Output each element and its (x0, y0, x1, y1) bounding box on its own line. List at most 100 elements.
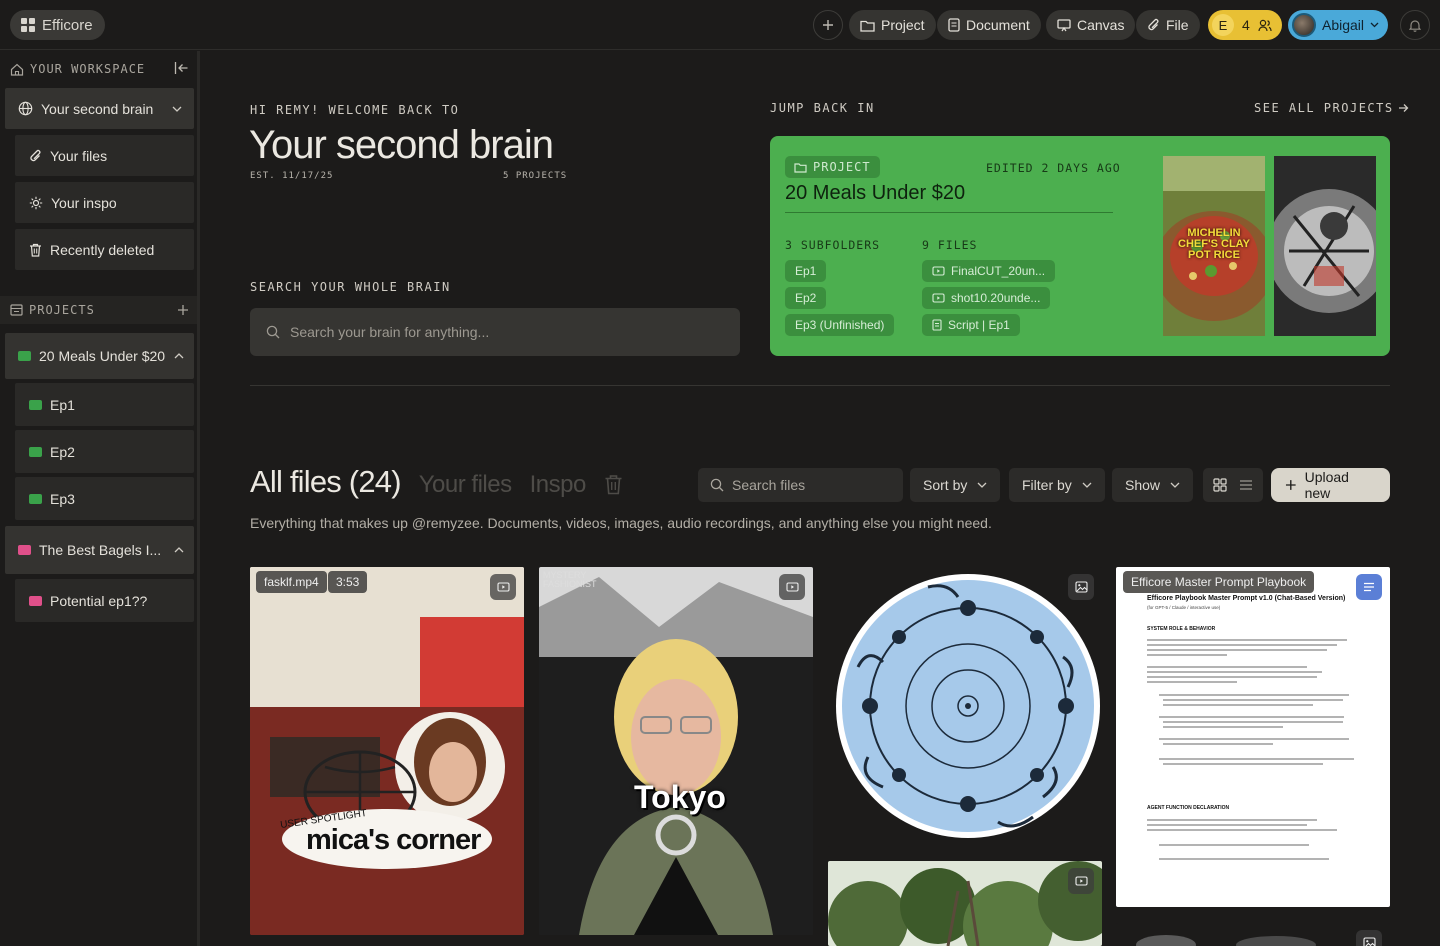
established-date: EST. 11/17/25 (250, 171, 334, 181)
search-files-input[interactable]: Search files (698, 468, 903, 502)
folder-icon (18, 351, 31, 361)
video-icon (932, 293, 945, 303)
sidebar-subfolder-ep3[interactable]: Ep3 (15, 477, 194, 520)
trash-icon (605, 475, 622, 495)
street-image (1274, 156, 1376, 336)
greeting: HI REMY! WELCOME BACK TO (250, 103, 460, 117)
card-file-shot10[interactable]: shot10.20unde... (922, 287, 1051, 309)
file-tile-video-1[interactable]: fasklf.mp4 3:53 USER SPOTLIGHT mica's co… (250, 567, 524, 935)
workspace-members-button[interactable]: E 4 (1208, 10, 1282, 40)
folder-icon (29, 446, 42, 457)
sidebar-item-recently-deleted[interactable]: Recently deleted (15, 229, 194, 270)
edited-time: EDITED 2 DAYS AGO (986, 161, 1121, 175)
arrow-right-icon (1398, 104, 1409, 112)
sort-dropdown[interactable]: Sort by (910, 468, 1001, 502)
main-content: HI REMY! WELCOME BACK TO Your second bra… (203, 51, 1440, 946)
tab-inspo[interactable]: Inspo (530, 471, 587, 499)
card-subfolder-ep3[interactable]: Ep3 (Unfinished) (785, 314, 895, 336)
sidebar-subfolder-ep1[interactable]: Ep1 (15, 383, 194, 426)
video-icon (496, 582, 510, 592)
user-menu-button[interactable]: Abigail (1288, 10, 1388, 40)
chevron-down-icon (1082, 482, 1092, 488)
card-subfolder-ep1[interactable]: Ep1 (785, 260, 827, 282)
card-file-finalcut[interactable]: FinalCUT_20un... (922, 260, 1056, 282)
tab-all-files[interactable]: All files (24) (250, 464, 402, 500)
search-brain-label: SEARCH YOUR WHOLE BRAIN (250, 280, 451, 294)
tab-your-files[interactable]: Your files (419, 471, 512, 499)
document-type-badge (1356, 574, 1382, 600)
bell-icon (1409, 19, 1421, 32)
paperclip-icon (1148, 18, 1159, 31)
video-icon (1074, 876, 1088, 886)
food-thumbnail-caption: MICHELIN CHEF'S CLAY POT RICE (1178, 227, 1250, 261)
sparkle-icon (29, 196, 43, 209)
folder-icon (860, 20, 875, 32)
notifications-button[interactable] (1400, 10, 1430, 40)
project-thumbnail-street[interactable] (1274, 156, 1376, 336)
tab-deleted[interactable] (604, 474, 623, 495)
files-heading: 9 FILES (922, 238, 978, 252)
file-tile-image-2[interactable] (1116, 923, 1390, 946)
document-icon (932, 319, 942, 331)
projects-heading: PROJECTS (10, 300, 95, 320)
video-icon (785, 582, 799, 592)
app-logo[interactable]: Efficore (10, 10, 105, 40)
file-tile-video-2[interactable]: MYSTERY FASHIONIST Tokyo (539, 567, 813, 935)
portrait-thumbnail (539, 567, 813, 935)
chevron-down-icon (1370, 22, 1379, 28)
sidebar: YOUR WORKSPACE Your second brain Your fi… (0, 51, 200, 946)
show-dropdown[interactable]: Show (1112, 468, 1194, 502)
document-text-lines-2 (1147, 819, 1337, 860)
workspace-switcher[interactable]: Your second brain (5, 88, 194, 129)
file-tile-video-3[interactable] (828, 861, 1102, 946)
project-thumbnail-food[interactable]: MICHELIN CHEF'S CLAY POT RICE (1163, 156, 1265, 336)
top-bar: Efficore Project Document Canvas File E … (0, 0, 1440, 50)
file-tile-document[interactable]: Efficore Master Prompt Playbook Efficore… (1116, 567, 1390, 907)
mystery-caption: MYSTERY FASHIONIST (543, 570, 597, 589)
collapse-sidebar-button[interactable] (174, 61, 189, 75)
avatar (1292, 13, 1316, 37)
search-icon (710, 478, 724, 492)
sidebar-item-your-inspo[interactable]: Your inspo (15, 182, 194, 223)
sidebar-project-best-bagels[interactable]: The Best Bagels I... (5, 526, 194, 574)
project-card[interactable]: PROJECT EDITED 2 DAYS AGO 20 Meals Under… (770, 136, 1390, 356)
document-title-tag: Efficore Master Prompt Playbook (1123, 571, 1315, 593)
upload-new-button[interactable]: Upload new (1271, 468, 1390, 502)
users-icon (1258, 19, 1272, 31)
folder-icon (29, 595, 42, 606)
sidebar-subfolder-potential-ep1[interactable]: Potential ep1?? (15, 579, 194, 622)
files-tabs: All files (24) Your files Inspo (250, 464, 623, 500)
new-project-button[interactable]: Project (849, 10, 936, 40)
chevron-up-icon (174, 547, 184, 553)
card-subfolder-ep2[interactable]: Ep2 (785, 287, 827, 309)
project-count: 5 PROJECTS (503, 171, 568, 181)
new-document-button[interactable]: Document (937, 10, 1041, 40)
globe-icon (18, 101, 33, 116)
see-all-projects-link[interactable]: SEE ALL PROJECTS (1254, 101, 1409, 115)
file-tile-image-1[interactable] (828, 567, 1102, 847)
image-icon (1362, 937, 1376, 946)
search-brain-placeholder: Search your brain for anything... (290, 324, 490, 340)
search-brain-input[interactable]: Search your brain for anything... (250, 308, 740, 356)
sidebar-item-your-files[interactable]: Your files (15, 135, 194, 176)
add-project-button[interactable] (177, 304, 189, 316)
add-button[interactable] (813, 10, 843, 40)
filename-tag: fasklf.mp4 (256, 571, 327, 593)
new-file-button[interactable]: File (1136, 10, 1200, 40)
home-icon (10, 63, 24, 76)
foliage-thumbnail (828, 861, 1102, 946)
files-description: Everything that makes up @remyzee. Docum… (250, 515, 992, 531)
grid-view-button[interactable] (1213, 478, 1227, 492)
sidebar-project-20-meals[interactable]: 20 Meals Under $20 (5, 333, 194, 379)
filter-dropdown[interactable]: Filter by (1009, 468, 1105, 502)
sidebar-subfolder-ep2[interactable]: Ep2 (15, 430, 194, 473)
list-view-button[interactable] (1239, 479, 1253, 491)
video-type-badge (490, 574, 516, 600)
folder-icon (794, 162, 807, 173)
section-divider (250, 385, 1390, 386)
plus-icon (1285, 480, 1296, 490)
paperclip-icon (30, 149, 41, 161)
card-file-script[interactable]: Script | Ep1 (922, 314, 1020, 336)
new-canvas-button[interactable]: Canvas (1046, 10, 1136, 40)
image-thumbnail-partial (1136, 935, 1316, 946)
